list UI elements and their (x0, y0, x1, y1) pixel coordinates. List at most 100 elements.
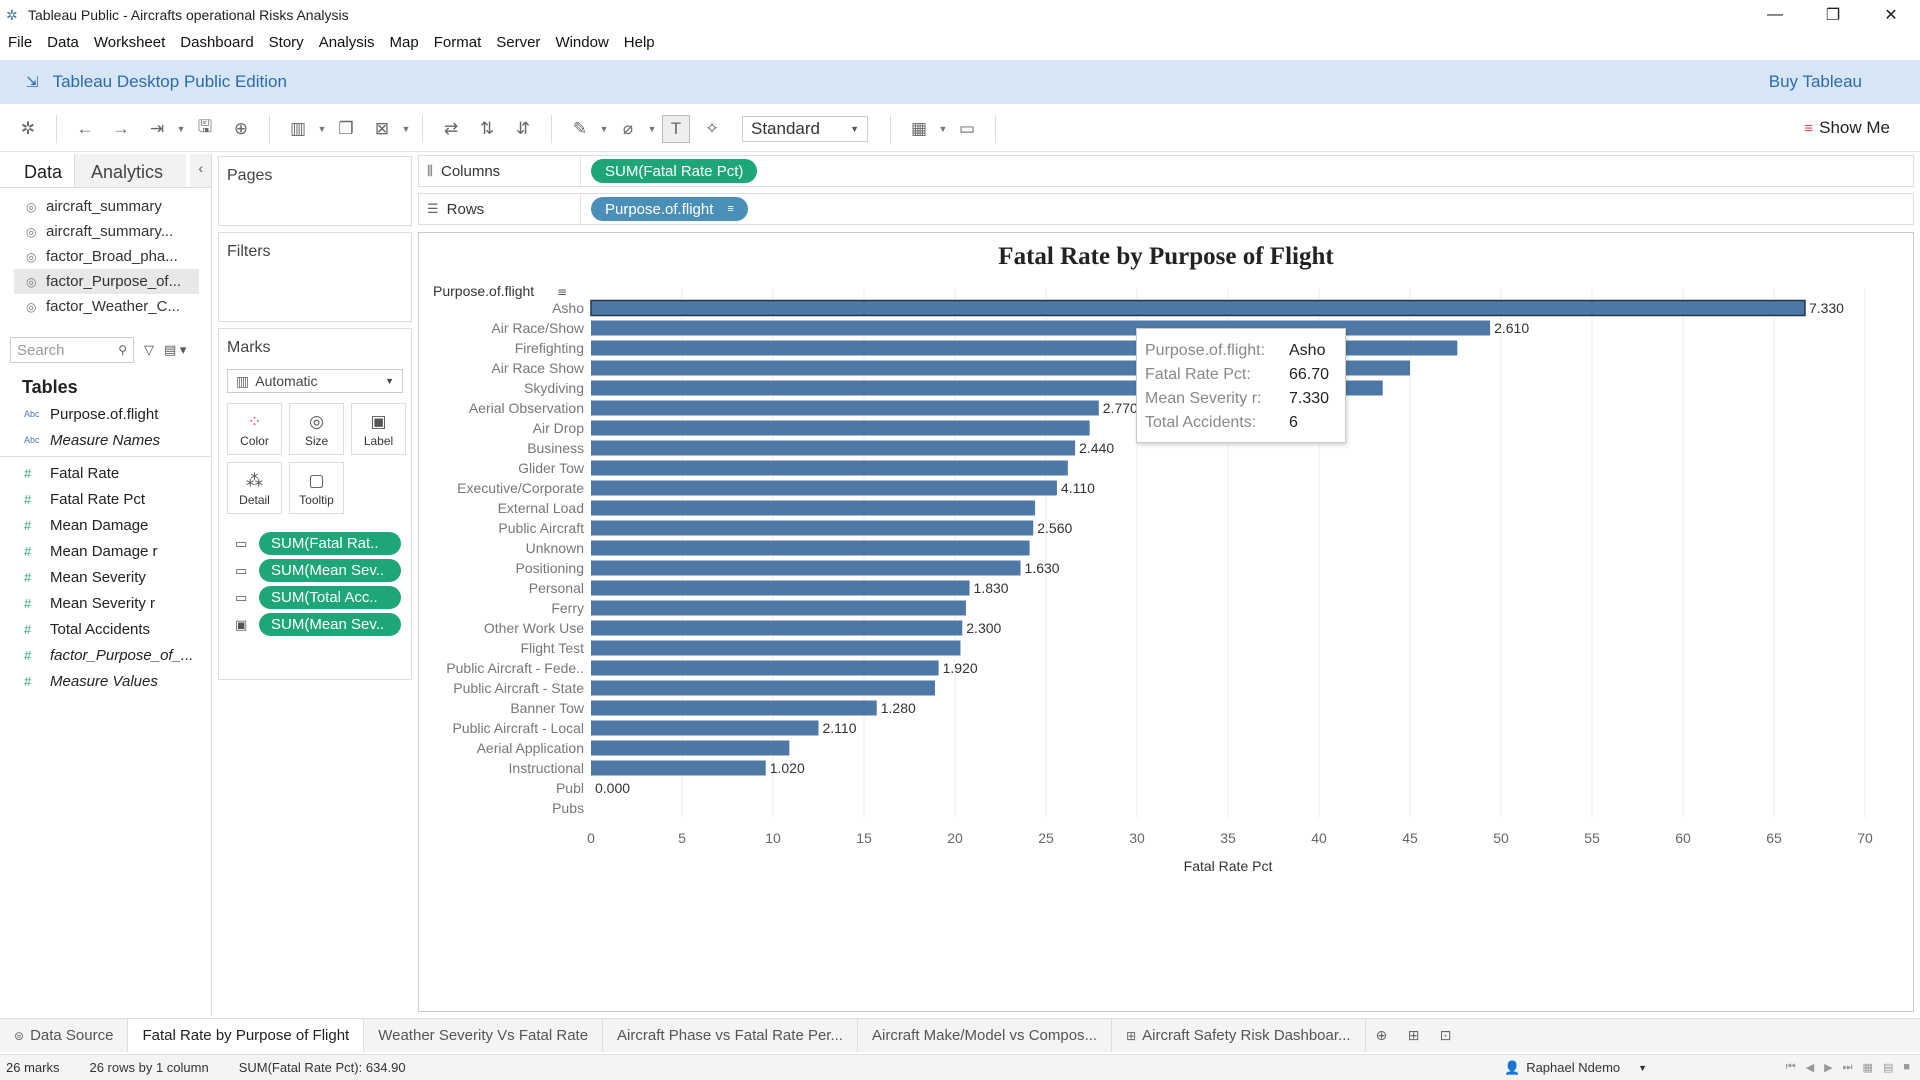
field-item[interactable]: # Fatal Rate (0, 460, 211, 486)
chevron-down-icon[interactable]: ▼ (400, 115, 412, 143)
new-worksheet-icon[interactable]: ▥ (284, 115, 312, 143)
field-item[interactable]: Abc Measure Names (0, 427, 211, 453)
menu-window[interactable]: Window (547, 34, 615, 51)
field-item[interactable]: # Mean Severity (0, 564, 211, 590)
new-dashboard-icon[interactable]: ⊞ (1398, 1019, 1430, 1052)
menu-map[interactable]: Map (382, 34, 426, 51)
sheet-tab[interactable]: Aircraft Phase vs Fatal Rate Per... (603, 1019, 858, 1052)
rows-pill[interactable]: Purpose.of.flight ≡ (591, 197, 748, 221)
color-button[interactable]: ⁘ Color (227, 403, 282, 455)
dashboard-tab[interactable]: ⊞ Aircraft Safety Risk Dashboar... (1112, 1019, 1366, 1052)
buy-tableau-link[interactable]: Buy Tableau (1769, 72, 1862, 92)
sheet-sorter-icon[interactable]: ▦ (1863, 1061, 1873, 1074)
chevron-down-icon[interactable]: ▼ (316, 115, 328, 143)
menu-data[interactable]: Data (39, 34, 86, 51)
menu-file[interactable]: File (0, 34, 39, 51)
sheet-tab[interactable]: Aircraft Make/Model vs Compos... (858, 1019, 1113, 1052)
menu-help[interactable]: Help (616, 34, 662, 51)
sheet-tab[interactable]: Weather Severity Vs Fatal Rate (364, 1019, 604, 1052)
menu-format[interactable]: Format (426, 34, 489, 51)
field-search-input[interactable]: Search ⚲ (10, 337, 134, 363)
duplicate-sheet-icon[interactable]: ❐ (332, 115, 360, 143)
last-sheet-icon[interactable]: ⏭ (1843, 1061, 1853, 1074)
columns-shelf[interactable]: ⫼ Columns SUM(Fatal Rate Pct) (418, 155, 1914, 187)
filter-fields-icon[interactable]: ▽ (144, 342, 154, 358)
save-icon[interactable]: 🖫 (191, 115, 219, 143)
new-worksheet-icon[interactable]: ⊕ (1366, 1019, 1398, 1052)
data-source-item[interactable]: ◎ factor_Weather_C... (0, 294, 211, 319)
toolbar-divider (890, 114, 891, 143)
fit-select[interactable]: Standard ▼ (742, 115, 868, 142)
chevron-down-icon[interactable]: ▼ (646, 115, 658, 143)
menu-server[interactable]: Server (488, 34, 547, 51)
chevron-down-icon[interactable]: ▼ (937, 115, 949, 143)
redo-icon[interactable]: → (107, 115, 135, 143)
sort-descending-icon[interactable]: ⇵ (509, 115, 537, 143)
show-me-button[interactable]: ≡ Show Me (1804, 118, 1890, 138)
filmstrip-icon[interactable]: ▤ (1883, 1061, 1893, 1074)
tableau-home-icon[interactable]: ✲ (14, 115, 42, 143)
rows-shelf[interactable]: ☰ Rows Purpose.of.flight ≡ (418, 193, 1914, 225)
mark-pill[interactable]: SUM(Mean Sev.. (259, 559, 401, 582)
minimize-button[interactable]: — (1746, 0, 1804, 30)
filters-card[interactable]: Filters (218, 232, 412, 322)
replay-icon[interactable]: ⇥ (143, 115, 171, 143)
new-story-icon[interactable]: ⊡ (1430, 1019, 1462, 1052)
mark-pill[interactable]: SUM(Mean Sev.. (259, 613, 401, 636)
field-item[interactable]: # Measure Values (0, 668, 211, 694)
menu-worksheet[interactable]: Worksheet (86, 34, 172, 51)
chevron-down-icon[interactable]: ▼ (175, 115, 187, 143)
size-button[interactable]: ◎ Size (289, 403, 344, 455)
mark-pill[interactable]: SUM(Total Acc.. (259, 586, 401, 609)
restore-button[interactable]: ❐ (1804, 0, 1862, 30)
columns-pill[interactable]: SUM(Fatal Rate Pct) (591, 159, 758, 183)
close-button[interactable]: ✕ (1862, 0, 1920, 30)
sheet-tab-active[interactable]: Fatal Rate by Purpose of Flight (128, 1019, 365, 1052)
swap-rows-columns-icon[interactable]: ⇄ (437, 115, 465, 143)
field-label: Purpose.of.flight (50, 405, 159, 423)
collapse-pane-icon[interactable]: ‹ (190, 154, 211, 187)
field-item[interactable]: # Total Accidents (0, 616, 211, 642)
menu-analysis[interactable]: Analysis (311, 34, 382, 51)
tab-analytics[interactable]: Analytics (74, 154, 187, 187)
field-item[interactable]: Abc Purpose.of.flight (0, 401, 211, 427)
mark-pill[interactable]: SUM(Fatal Rat.. (259, 532, 401, 555)
field-item[interactable]: # factor_Purpose_of_... (0, 642, 211, 668)
prev-sheet-icon[interactable]: ◀ (1806, 1061, 1814, 1074)
clear-sheet-icon[interactable]: ⊠ (368, 115, 396, 143)
label-button[interactable]: ▣ Label (351, 403, 406, 455)
data-source-item[interactable]: ◎ factor_Broad_pha... (0, 244, 211, 269)
menu-dashboard[interactable]: Dashboard (172, 34, 260, 51)
next-sheet-icon[interactable]: ▶ (1824, 1061, 1832, 1074)
category-label: Air Drop (533, 420, 585, 436)
tabs-view-icon[interactable]: ■ (1903, 1061, 1910, 1074)
pages-card[interactable]: Pages (218, 156, 412, 226)
mark-type-select[interactable]: ▥ Automatic ▼ (227, 369, 403, 393)
user-menu[interactable]: 👤 Raphael Ndemo ▼ (1504, 1060, 1647, 1076)
fix-axes-icon[interactable]: ✧ (698, 115, 726, 143)
show-mark-labels-icon[interactable]: T (662, 114, 690, 143)
show-cards-icon[interactable]: ▦ (905, 115, 933, 143)
field-item[interactable]: # Mean Damage (0, 512, 211, 538)
data-source-item[interactable]: ◎ aircraft_summary... (0, 219, 211, 244)
highlight-icon[interactable]: ✎ (566, 115, 594, 143)
field-item[interactable]: # Mean Severity r (0, 590, 211, 616)
menu-story[interactable]: Story (261, 34, 311, 51)
data-source-item[interactable]: ◎ aircraft_summary (0, 194, 211, 219)
tab-data[interactable]: Data (0, 154, 74, 187)
view-options-icon[interactable]: ▤ ▾ (164, 342, 186, 358)
presentation-mode-icon[interactable]: ▭ (953, 115, 981, 143)
undo-icon[interactable]: ← (71, 115, 99, 143)
detail-button[interactable]: ⁂ Detail (227, 462, 282, 514)
data-label: 2.610 (1494, 320, 1529, 336)
data-source-tab[interactable]: ⊜ Data Source (0, 1019, 129, 1052)
group-members-icon[interactable]: ⌀ (614, 115, 642, 143)
tooltip-button[interactable]: ▢ Tooltip (289, 462, 344, 514)
field-item[interactable]: # Fatal Rate Pct (0, 486, 211, 512)
field-item[interactable]: # Mean Damage r (0, 538, 211, 564)
sort-ascending-icon[interactable]: ⇅ (473, 115, 501, 143)
new-data-source-icon[interactable]: ⊕ (227, 115, 255, 143)
chevron-down-icon[interactable]: ▼ (598, 115, 610, 143)
first-sheet-icon[interactable]: ⏮ (1786, 1061, 1796, 1074)
data-source-item-selected[interactable]: ◎ factor_Purpose_of... (14, 269, 199, 294)
